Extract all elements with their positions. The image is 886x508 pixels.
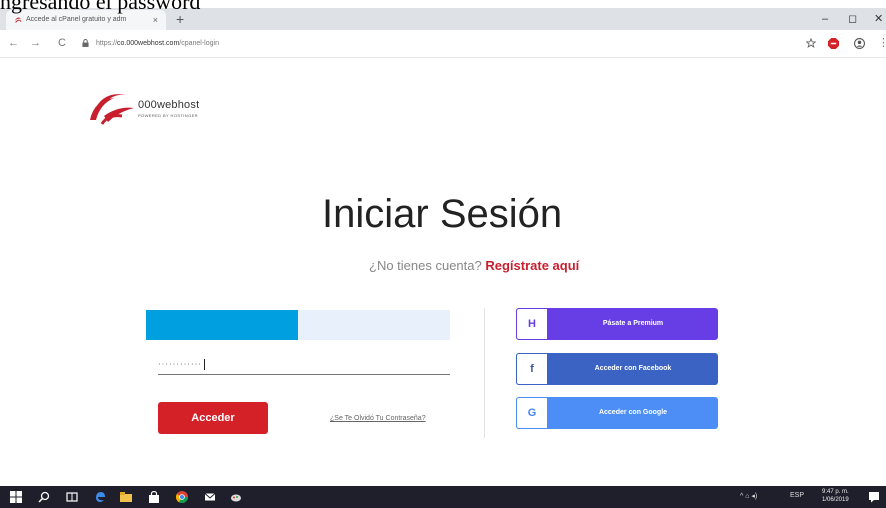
new-tab-button[interactable]: + xyxy=(176,12,184,26)
google-login-button[interactable]: G Acceder con Google xyxy=(516,397,718,429)
facebook-label: Acceder con Facebook xyxy=(594,365,672,372)
profile-icon[interactable] xyxy=(854,38,865,49)
language-indicator[interactable]: ESP xyxy=(790,492,804,499)
search-icon[interactable] xyxy=(38,491,50,503)
facebook-login-button[interactable]: f Acceder con Facebook xyxy=(516,353,718,385)
google-icon: G xyxy=(516,397,548,429)
tray-icons[interactable]: ^ ⌂ ◂) xyxy=(740,492,757,500)
email-autofill-highlight xyxy=(146,310,298,340)
premium-button[interactable]: H Pásate a Premium xyxy=(516,308,718,340)
email-field[interactable] xyxy=(146,310,450,340)
favicon-icon xyxy=(14,17,22,23)
tab-title: Accede al cPanel gratuito y adm xyxy=(26,16,127,23)
forgot-password-link[interactable]: ¿Se Te Olvidó Tu Contraseña? xyxy=(330,415,426,422)
text-cursor xyxy=(203,359,205,370)
brand-logo[interactable]: 000webhost POWERED BY HOSTINGER xyxy=(88,86,248,126)
task-view-icon[interactable] xyxy=(66,491,78,503)
mail-icon[interactable] xyxy=(204,491,216,503)
password-value: ············ xyxy=(158,359,202,369)
adblock-icon[interactable] xyxy=(828,38,839,49)
address-bar[interactable]: https://co.000webhost.com/cpanel-login xyxy=(82,35,782,53)
store-icon[interactable] xyxy=(148,491,160,503)
clock-date: 1/06/2019 xyxy=(822,497,849,503)
url-path: /cpanel-login xyxy=(179,40,219,47)
premium-label: Pásate a Premium xyxy=(602,320,664,327)
menu-icon[interactable]: ⋮ xyxy=(878,38,886,49)
close-window-button[interactable]: ✕ xyxy=(874,14,883,25)
back-button[interactable]: ← xyxy=(8,38,19,49)
brand-tagline: POWERED BY HOSTINGER xyxy=(138,113,198,118)
000webhost-logo-icon xyxy=(90,94,134,125)
register-link[interactable]: Regístrate aquí xyxy=(485,258,579,273)
clock-time: 9:47 p. m. xyxy=(822,489,849,495)
login-button[interactable]: Acceder xyxy=(158,402,268,434)
lock-icon xyxy=(82,39,89,47)
taskbar-clock[interactable]: 9:47 p. m. 1/06/2019 xyxy=(822,488,849,504)
caption-text: ngresando el password xyxy=(0,0,201,14)
browser-toolbar: ← → C https://co.000webhost.com/cpanel-l… xyxy=(0,30,886,58)
url-scheme: https:// xyxy=(96,40,118,47)
reload-button[interactable]: C xyxy=(58,38,66,49)
column-divider xyxy=(484,308,485,438)
register-prompt: ¿No tienes cuenta? Regístrate aquí xyxy=(369,258,579,273)
edge-browser-icon[interactable] xyxy=(94,491,106,503)
tab-close-icon[interactable]: × xyxy=(153,15,158,25)
file-explorer-icon[interactable] xyxy=(120,491,132,503)
bookmark-star-icon[interactable] xyxy=(806,38,816,48)
maximize-button[interactable]: ◻ xyxy=(848,14,857,25)
paint-icon[interactable] xyxy=(230,491,242,503)
brand-name: 000webhost xyxy=(138,99,200,111)
forward-button[interactable]: → xyxy=(30,38,41,49)
screenshot: Accede al cPanel gratuito y adm × + – ◻ … xyxy=(0,0,886,508)
url-host: co.000webhost.com xyxy=(117,40,180,47)
windows-start-icon[interactable] xyxy=(10,491,22,503)
google-label: Acceder con Google xyxy=(598,409,668,416)
notifications-icon[interactable] xyxy=(868,491,880,503)
hostinger-icon: H xyxy=(516,308,548,340)
page-title: Iniciar Sesión xyxy=(322,192,563,236)
no-account-text: ¿No tienes cuenta? xyxy=(369,258,482,273)
chrome-icon[interactable] xyxy=(176,491,188,503)
windows-taskbar: ^ ⌂ ◂) ESP 9:47 p. m. 1/06/2019 xyxy=(0,486,886,508)
minimize-button[interactable]: – xyxy=(822,14,828,25)
facebook-icon: f xyxy=(516,353,548,385)
password-field[interactable]: ············ xyxy=(158,355,450,375)
